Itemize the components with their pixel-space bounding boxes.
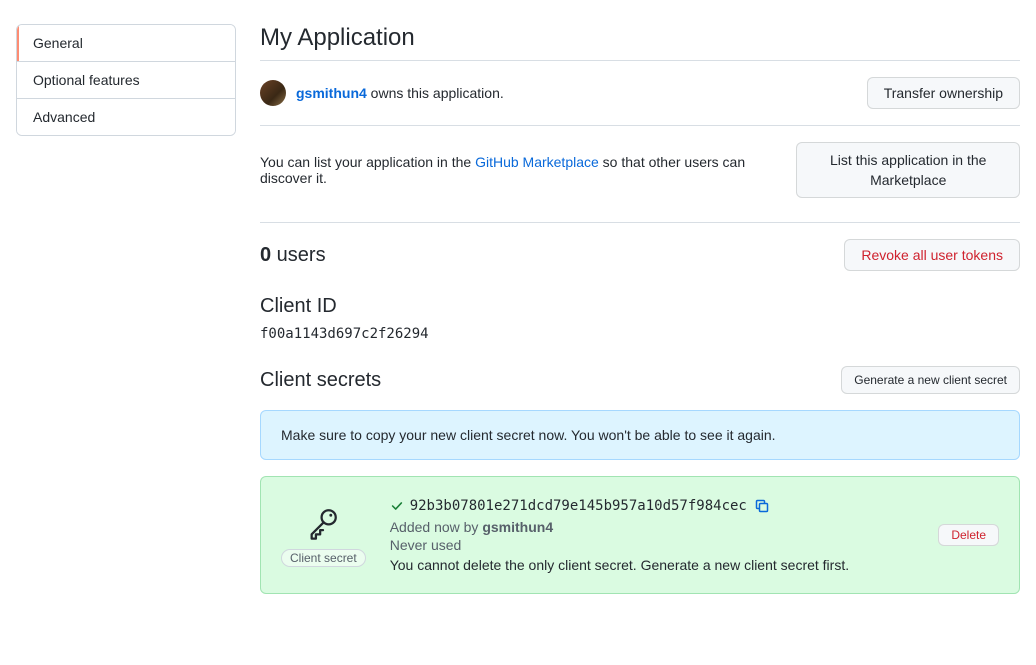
secrets-header: Client secrets Generate a new client sec…	[260, 366, 1020, 394]
secret-value-row: 92b3b07801e271dcd79e145b957a10d57f984cec	[390, 497, 915, 515]
added-prefix: Added now by	[390, 519, 483, 535]
sidebar-item-general[interactable]: General	[17, 25, 235, 62]
secret-value: 92b3b07801e271dcd79e145b957a10d57f984cec	[410, 498, 747, 514]
main-content: My Application gsmithun4 owns this appli…	[260, 0, 1020, 594]
sidebar-item-advanced[interactable]: Advanced	[17, 99, 235, 135]
users-row: 0 users Revoke all user tokens	[260, 239, 1020, 271]
owner-info: gsmithun4 owns this application.	[260, 80, 504, 106]
users-count: 0	[260, 244, 271, 266]
sidebar: General Optional features Advanced	[16, 24, 236, 594]
marketplace-link[interactable]: GitHub Marketplace	[475, 154, 599, 170]
owner-link[interactable]: gsmithun4	[296, 85, 367, 101]
list-marketplace-button[interactable]: List this application in the Marketplace	[796, 142, 1020, 198]
client-secrets-heading: Client secrets	[260, 369, 381, 392]
marketplace-text: You can list your application in the Git…	[260, 154, 776, 186]
owner-text: gsmithun4 owns this application.	[296, 85, 504, 101]
sidebar-menu: General Optional features Advanced	[16, 24, 236, 136]
client-id-heading: Client ID	[260, 295, 1020, 318]
owns-text: owns this application.	[367, 85, 504, 101]
secret-actions: Delete	[938, 524, 999, 546]
revoke-tokens-button[interactable]: Revoke all user tokens	[844, 239, 1020, 271]
used-line: Never used	[390, 537, 915, 553]
transfer-ownership-button[interactable]: Transfer ownership	[867, 77, 1020, 109]
users-heading: 0 users	[260, 244, 326, 267]
secret-info: 92b3b07801e271dcd79e145b957a10d57f984cec…	[390, 497, 915, 573]
page-title: My Application	[260, 24, 1020, 61]
flash-copy-secret: Make sure to copy your new client secret…	[260, 410, 1020, 460]
secret-icon-column: Client secret	[281, 503, 366, 567]
marketplace-text-before: You can list your application in the	[260, 154, 475, 170]
avatar	[260, 80, 286, 106]
delete-note: You cannot delete the only client secret…	[390, 557, 915, 573]
generate-secret-button[interactable]: Generate a new client secret	[841, 366, 1020, 394]
users-label: users	[271, 244, 325, 266]
client-id-value: f00a1143d697c2f26294	[260, 326, 1020, 342]
client-secret-badge: Client secret	[281, 549, 366, 567]
check-icon	[390, 499, 404, 513]
delete-secret-button[interactable]: Delete	[938, 524, 999, 546]
marketplace-row: You can list your application in the Git…	[260, 142, 1020, 223]
added-by-user: gsmithun4	[482, 519, 553, 535]
owner-row: gsmithun4 owns this application. Transfe…	[260, 77, 1020, 126]
sidebar-item-optional-features[interactable]: Optional features	[17, 62, 235, 99]
copy-secret-button[interactable]	[753, 497, 771, 515]
added-by-line: Added now by gsmithun4	[390, 519, 915, 535]
client-secret-box: Client secret 92b3b07801e271dcd79e145b95…	[260, 476, 1020, 594]
key-icon	[303, 503, 343, 543]
